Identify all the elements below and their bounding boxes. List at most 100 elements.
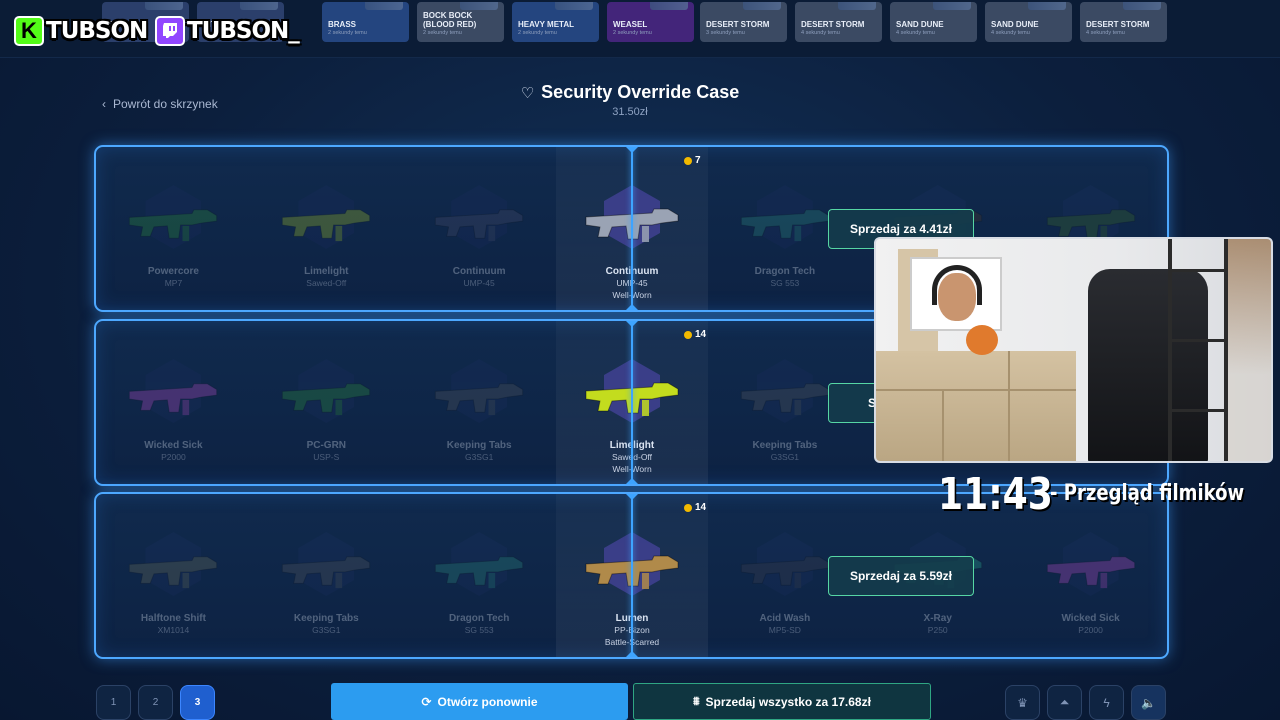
skin-name: Keeping Tabs (293, 613, 359, 624)
crown-icon: ♛ (1017, 695, 1028, 710)
weapon-skin-image (737, 199, 832, 254)
skin-slot: Powercore MP7 (97, 147, 250, 310)
weapon-name: G3SG1 (770, 452, 800, 462)
skin-name: Wicked Sick (1061, 613, 1120, 624)
coin-reward-badge: 7 (684, 155, 701, 166)
weapon-name: P2000 (161, 452, 186, 462)
money-stack-icon: ⩩ (693, 694, 700, 708)
roll-indicator-line (626, 147, 638, 310)
skin-slot: Dragon Tech SG 553 (403, 494, 556, 657)
sell-all-button[interactable]: ⩩ Sprzedaj wszystko za 17.68zł (633, 683, 931, 720)
skin-name: Keeping Tabs (752, 440, 818, 451)
drop-time: 2 sekundy temu (518, 30, 557, 36)
weapon-name: MP7 (164, 278, 183, 288)
sell-all-label: Sprzedaj wszystko za 17.68zł (705, 694, 871, 709)
coin-reward-badge: 14 (684, 502, 706, 513)
skin-name: Dragon Tech (448, 613, 510, 624)
stream-caption: - Przegląd filmików (1050, 481, 1245, 506)
drop-skin-name: BOCK BOCK (BLOOD RED) (423, 11, 477, 29)
skin-name: Halftone Shift (140, 613, 206, 624)
case-count-button-3[interactable]: 3 (180, 685, 215, 720)
weapon-thumbnail-icon (650, 2, 688, 10)
weapon-name: USP-S (313, 452, 340, 462)
twitch-social-badge: TUBSON_ (155, 12, 300, 50)
weapon-skin-image (279, 199, 374, 254)
weapon-name: SG 553 (464, 625, 494, 635)
instant-mode-button[interactable]: ϟ (1089, 685, 1124, 720)
sell-item-button[interactable]: Sprzedaj za 5.59zł (828, 556, 974, 596)
drop-time: 2 sekundy temu (423, 30, 462, 36)
crown-mode-button[interactable]: ♛ (1005, 685, 1040, 720)
weapon-skin-image (432, 373, 527, 428)
case-title: Security Override Case (541, 82, 740, 102)
live-drop-card[interactable]: DESERT STORM 3 sekundy temu (700, 2, 787, 42)
weapon-skin-image (279, 546, 374, 601)
skin-name: Continuum (452, 266, 506, 277)
drop-skin-name: SAND DUNE (991, 20, 1039, 29)
skin-slot: Halftone Shift XM1014 (97, 494, 250, 657)
live-drop-card[interactable]: HEAVY METAL 2 sekundy temu (512, 2, 599, 42)
weapon-thumbnail-icon (933, 2, 971, 10)
case-price: 31.50zł (612, 106, 648, 118)
live-drop-card[interactable]: BOCK BOCK (BLOOD RED) 2 sekundy temu (417, 2, 504, 42)
favorite-heart-icon[interactable]: ♡ (521, 84, 534, 102)
live-drop-card[interactable]: SAND DUNE 4 sekundy temu (985, 2, 1072, 42)
live-drop-card[interactable]: BRASS 2 sekundy temu (322, 2, 409, 42)
case-count-button-1[interactable]: 1 (96, 685, 131, 720)
weapon-skin-image (737, 373, 832, 428)
weapon-thumbnail-icon (555, 2, 593, 10)
live-drop-card[interactable]: WEASEL 2 sekundy temu (607, 2, 694, 42)
live-drop-card[interactable]: DESERT STORM 4 sekundy temu (795, 2, 882, 42)
fast-mode-button[interactable]: ⏶ (1047, 685, 1082, 720)
coin-reward-badge: 14 (684, 329, 706, 340)
skin-name: PC-GRN (306, 440, 347, 451)
weapon-name: SG 553 (770, 278, 800, 288)
coin-amount: 14 (695, 329, 707, 340)
weapon-thumbnail-icon (743, 2, 781, 10)
roll-indicator-line (626, 321, 638, 484)
weapon-skin-image (432, 199, 527, 254)
drop-skin-name: DESERT STORM (1086, 20, 1150, 29)
skin-name: Wicked Sick (144, 440, 203, 451)
weapon-skin-image (126, 199, 221, 254)
skin-slot: Keeping Tabs G3SG1 (403, 321, 556, 484)
live-drop-card[interactable]: SAND DUNE 4 sekundy temu (890, 2, 977, 42)
weapon-skin-image (737, 546, 832, 601)
skin-name: Acid Wash (759, 613, 811, 624)
drop-skin-name: BRASS (328, 20, 357, 29)
weapon-thumbnail-icon (1028, 2, 1066, 10)
skin-name: Limelight (304, 266, 349, 277)
skin-name: Keeping Tabs (446, 440, 512, 451)
drop-time: 4 sekundy temu (1086, 30, 1125, 36)
drop-time: 3 sekundy temu (706, 30, 745, 36)
live-drop-card[interactable]: DESERT STORM 4 sekundy temu (1080, 2, 1167, 42)
skin-slot: PC-GRN USP-S (250, 321, 403, 484)
skin-slot: Continuum UMP-45 (403, 147, 556, 310)
reopen-case-button[interactable]: ⟳ Otwórz ponownie (331, 683, 628, 720)
drop-time: 2 sekundy temu (613, 30, 652, 36)
coin-icon (684, 156, 692, 165)
sound-toggle-button[interactable]: 🔈 (1131, 685, 1166, 720)
coin-amount: 14 (695, 502, 707, 513)
coin-icon (684, 503, 692, 512)
case-count-button-2[interactable]: 2 (138, 685, 173, 720)
kick-social-badge: K TUBSON (14, 12, 148, 50)
weapon-skin-image (126, 546, 221, 601)
weapon-name: P250 (927, 625, 948, 635)
stream-timestamp: 11:43 (938, 469, 1053, 520)
drop-skin-name: HEAVY METAL (518, 20, 575, 29)
weapon-thumbnail-icon (365, 2, 403, 10)
weapon-name: Sawed-Off (306, 278, 347, 288)
weapon-name: G3SG1 (464, 452, 494, 462)
streamer-webcam (874, 237, 1273, 463)
drop-skin-name: DESERT STORM (801, 20, 865, 29)
speaker-icon: 🔈 (1141, 695, 1156, 710)
weapon-skin-image (432, 546, 527, 601)
drop-skin-name: WEASEL (613, 20, 648, 29)
weapon-name: G3SG1 (312, 625, 341, 635)
roll-indicator-line (626, 494, 638, 657)
twitch-logo-icon (155, 16, 185, 46)
weapon-name: P2000 (1078, 625, 1103, 635)
skin-slot: Keeping Tabs G3SG1 (250, 494, 403, 657)
lightning-icon: ϟ (1103, 695, 1110, 710)
